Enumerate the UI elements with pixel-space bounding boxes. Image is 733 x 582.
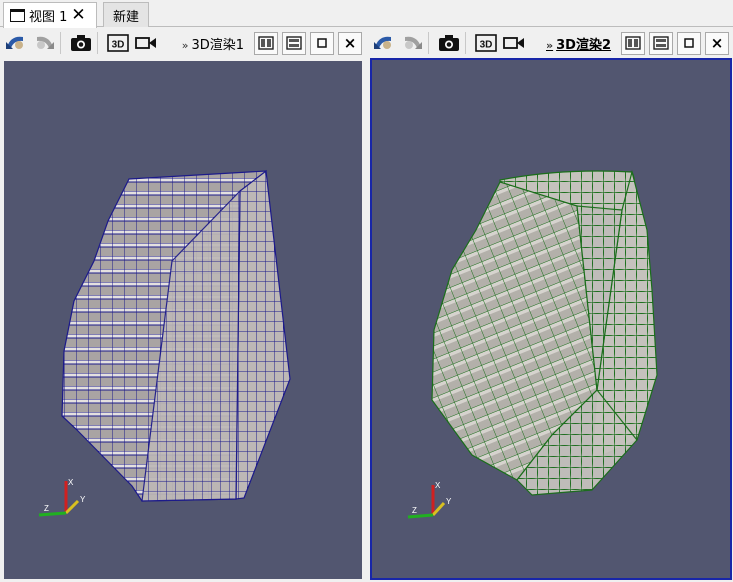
redo-camera-icon[interactable] xyxy=(400,31,424,55)
voxel-mesh-render: X Y Z xyxy=(38,169,291,517)
close-glyph: × xyxy=(710,33,724,52)
3d-toggle-icon[interactable]: 3D xyxy=(474,31,498,55)
split-vertical-icon[interactable] xyxy=(649,31,673,55)
close-glyph: × xyxy=(343,33,357,52)
toolbar-separator xyxy=(97,32,98,54)
axis-y-label: Y xyxy=(446,497,452,506)
camera-record-icon[interactable] xyxy=(502,31,526,55)
tab-view-1[interactable]: 视图 1 ✕ xyxy=(3,2,97,28)
3d-toggle-icon[interactable]: 3D xyxy=(106,31,130,55)
tab-strip: 视图 1 ✕ 新建 xyxy=(0,0,733,28)
3d-label: 3D xyxy=(480,40,493,51)
axis-x-label: X xyxy=(68,478,74,487)
split-horizontal-icon[interactable] xyxy=(621,31,645,55)
axis-z-label: Z xyxy=(44,504,49,513)
close-icon[interactable]: × xyxy=(705,31,729,55)
render-view-left[interactable]: X Y Z xyxy=(4,61,362,579)
maximize-icon[interactable] xyxy=(310,31,334,55)
chevron-icon: » xyxy=(181,38,189,52)
orientation-axes: X Y Z xyxy=(407,481,452,519)
view-toolbar-right: 3D » 3D渲染2 × xyxy=(368,28,733,58)
3d-label: 3D xyxy=(112,40,125,51)
tab-new-label: 新建 xyxy=(112,9,139,25)
camera-capture-icon[interactable] xyxy=(437,31,461,55)
axis-y-label: Y xyxy=(80,495,86,504)
view-splitter[interactable] xyxy=(364,58,368,582)
split-vertical-icon[interactable] xyxy=(282,31,306,55)
close-icon[interactable]: × xyxy=(338,31,362,55)
toolbar-separator xyxy=(60,32,61,54)
camera-capture-icon[interactable] xyxy=(69,31,93,55)
axis-x-label: X xyxy=(435,481,441,490)
split-horizontal-icon[interactable] xyxy=(254,31,278,55)
view-toolbar-left: 3D » 3D渲染1 × xyxy=(0,28,366,58)
tab-new[interactable]: 新建 xyxy=(103,2,149,27)
orientation-axes: X Y Z xyxy=(38,478,86,517)
reset-camera-icon[interactable] xyxy=(4,31,28,55)
camera-record-icon[interactable] xyxy=(134,31,158,55)
maximize-icon[interactable] xyxy=(677,31,701,55)
toolbar-separator xyxy=(428,32,429,54)
tab-label: 视图 1 xyxy=(29,10,68,25)
axis-z-label: Z xyxy=(412,506,417,515)
view-title-right: » 3D渲染2 xyxy=(546,34,611,53)
view-title-left: » 3D渲染1 xyxy=(182,34,244,53)
window-icon xyxy=(10,9,25,22)
reset-camera-icon[interactable] xyxy=(372,31,396,55)
render-view-right[interactable]: X Y Z xyxy=(370,58,732,580)
toolbar-separator xyxy=(465,32,466,54)
close-tab-icon[interactable]: ✕ xyxy=(71,7,85,24)
redo-camera-icon[interactable] xyxy=(32,31,56,55)
chevron-icon: » xyxy=(546,38,554,52)
view-title-text: 3D渲染2 xyxy=(556,37,611,53)
smooth-mesh-render: X Y Z xyxy=(407,169,658,519)
view-title-text: 3D渲染1 xyxy=(191,37,244,53)
